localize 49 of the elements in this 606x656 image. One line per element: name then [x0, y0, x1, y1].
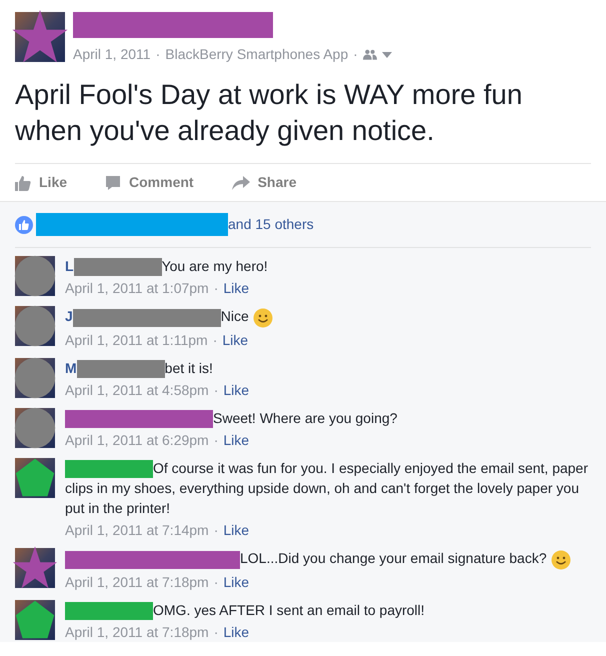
like-link[interactable]: Like [223, 520, 250, 540]
separator: · [214, 521, 218, 540]
separator: · [214, 431, 218, 450]
share-arrow-icon [232, 176, 250, 190]
like-badge-icon [15, 216, 33, 234]
like-link[interactable]: Like [223, 278, 250, 298]
caret-icon [382, 52, 392, 58]
separator: · [156, 45, 160, 64]
like-link[interactable]: Like [223, 380, 250, 400]
speech-bubble-icon [105, 174, 122, 190]
comment-button[interactable]: Comment [105, 172, 194, 193]
like-button[interactable]: Like [15, 172, 68, 193]
comment-text: Nice [220, 308, 249, 324]
comment-time[interactable]: April 1, 2011 at 4:58pm [65, 380, 209, 400]
smiley-icon [252, 308, 273, 328]
separator: · [214, 279, 218, 298]
comment-text: OMG. yes AFTER I sent an email to payroll! [153, 602, 425, 618]
audience-button[interactable] [362, 49, 392, 60]
post-date[interactable]: April 1, 2011 [73, 44, 151, 65]
commenter-initial[interactable]: J [65, 308, 73, 324]
separator: · [212, 330, 218, 350]
separator: · [214, 623, 218, 642]
comment-time[interactable]: April 1, 2011 at 7:18pm [65, 572, 209, 592]
likes-link[interactable]: and 15 others [228, 214, 314, 235]
people-icon [362, 49, 377, 60]
like-link[interactable]: Like [223, 430, 250, 450]
comment-time[interactable]: April 1, 2011 at 6:29pm [65, 430, 209, 450]
like-link[interactable]: Like [223, 622, 250, 642]
smiley-icon [550, 550, 571, 570]
like-link[interactable]: Like [223, 572, 250, 592]
comment-time[interactable]: April 1, 2011 at 7:14pm [65, 520, 209, 540]
separator: · [353, 45, 358, 64]
comment-time[interactable]: April 1, 2011 at 1:11pm [65, 330, 208, 350]
comment-text: You are my hero! [162, 258, 268, 274]
like-link[interactable]: Like [222, 330, 248, 350]
comment-text: bet it is! [164, 360, 213, 376]
thumbs-up-icon [15, 174, 31, 190]
comment-text: Of course it was fun for you. I especially enjoyed the email sent, paper clips in my shoes, everything upside down, oh and can't forget the lovely paper you put in the printer! [65, 460, 588, 516]
post-text: April Fool's Day at work is WAY more fun when you've already given notice. [15, 78, 524, 148]
comment-text: LOL...Did you change your email signature back? [240, 550, 547, 566]
comment-time[interactable]: April 1, 2011 at 7:18pm [65, 622, 209, 642]
comment-time[interactable]: April 1, 2011 at 1:07pm [65, 278, 209, 298]
comment-text: Sweet! Where are you going? [213, 410, 398, 426]
commenter-initial[interactable]: M [65, 360, 77, 376]
separator: · [214, 572, 218, 592]
commenter-initial[interactable]: L [65, 258, 74, 274]
share-button[interactable]: Share [232, 172, 296, 193]
separator: · [214, 380, 218, 400]
post-source[interactable]: BlackBerry Smartphones App [165, 44, 348, 65]
